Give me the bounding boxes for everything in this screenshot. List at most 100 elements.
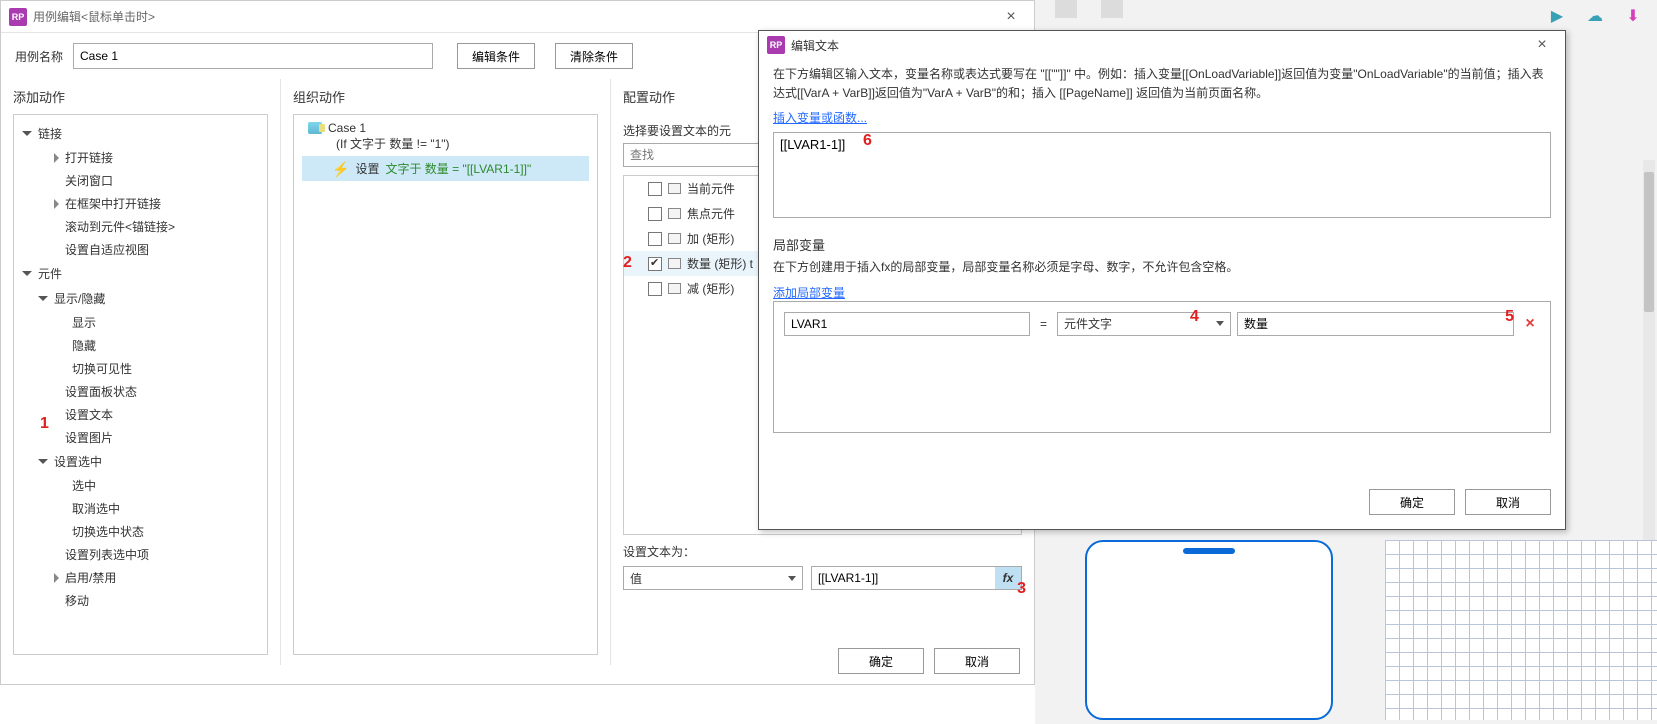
edit-condition-button[interactable]: 编辑条件	[457, 43, 535, 69]
local-vars-box: = 元件文字 × 4 5	[773, 301, 1551, 433]
checkbox[interactable]	[648, 232, 662, 246]
case-header[interactable]: Case 1	[302, 121, 589, 135]
add-action-title: 添加动作	[1, 79, 280, 114]
set-text-section: 设置文本为： 值 fx	[611, 535, 1034, 590]
tree-item-toggle-vis[interactable]: 切换可见性	[14, 357, 267, 380]
cancel-button[interactable]: 取消	[1465, 489, 1551, 515]
action-tree: 链接 打开链接 关闭窗口 在框架中打开链接 滚动到元件<锚链接> 设置自适应视图…	[13, 114, 268, 655]
tree-item-show[interactable]: 显示	[14, 311, 267, 334]
local-var-target-input[interactable]	[1237, 312, 1514, 336]
titlebar: RP 编辑文本 ×	[759, 31, 1565, 59]
add-action-panel: 添加动作 链接 打开链接 关闭窗口 在框架中打开链接 滚动到元件<锚链接> 设置…	[1, 79, 281, 665]
bolt-icon: ⚡	[332, 162, 349, 176]
text-type-select[interactable]: 值	[623, 566, 803, 590]
insert-var-link[interactable]: 插入变量或函数...	[773, 109, 1551, 126]
tree-label: 在框架中打开链接	[65, 195, 161, 212]
shape-icon	[668, 283, 681, 294]
tree-item-set-text[interactable]: 设置文本	[14, 403, 267, 426]
tree-item-enable-disable[interactable]: 启用/禁用	[14, 566, 267, 589]
close-icon[interactable]: ×	[1527, 36, 1557, 54]
tree-group-show-hide[interactable]: 显示/隐藏	[14, 286, 267, 311]
preview-icon[interactable]: ▶	[1545, 4, 1569, 28]
tree-item-set-list-item[interactable]: 设置列表选中项	[14, 543, 267, 566]
local-vars-desc: 在下方创建用于插入fx的局部变量，局部变量名称必须是字母、数字，不允许包含空格。	[773, 258, 1551, 277]
cloud-upload-icon[interactable]: ☁	[1583, 4, 1607, 28]
equals-sign: =	[1036, 317, 1051, 331]
action-row[interactable]: ⚡ 设置 文字于 数量 = "[[LVAR1-1]]"	[302, 156, 589, 181]
clear-condition-button[interactable]: 清除条件	[555, 43, 633, 69]
tree-item-toggle-select[interactable]: 切换选中状态	[14, 520, 267, 543]
caret-right-icon	[54, 573, 59, 583]
case-editor-footer: 确定 取消	[838, 648, 1020, 674]
text-value-input[interactable]	[812, 571, 995, 585]
case-icon	[308, 122, 322, 134]
tree-label: 滚动到元件<锚链接>	[65, 218, 175, 235]
target-item-label: 当前元件	[687, 180, 735, 197]
target-item-label: 数量 (矩形) t	[687, 255, 753, 272]
grid-canvas	[1385, 540, 1657, 720]
organize-panel: 组织动作 Case 1 (If 文字于 数量 != "1") ⚡ 设置 文字于 …	[281, 79, 611, 665]
tree-item-close-window[interactable]: 关闭窗口	[14, 169, 267, 192]
app-badge-icon: RP	[767, 36, 785, 54]
checkbox[interactable]	[648, 282, 662, 296]
action-text: 文字于 数量 = "[[LVAR1-1]]"	[385, 160, 531, 177]
select-value: 值	[630, 570, 642, 587]
tree-label: 关闭窗口	[65, 172, 113, 189]
close-icon[interactable]: ×	[996, 8, 1026, 26]
tree-item-set-image[interactable]: 设置图片	[14, 426, 267, 449]
tree-label: 打开链接	[65, 149, 113, 166]
checkbox-checked[interactable]	[648, 257, 662, 271]
tab-stub-2[interactable]	[1101, 0, 1123, 18]
ok-button[interactable]: 确定	[838, 648, 924, 674]
action-prefix: 设置	[355, 160, 379, 177]
local-var-name-input[interactable]	[784, 312, 1030, 336]
checkbox[interactable]	[648, 182, 662, 196]
tree-label: 切换选中状态	[72, 523, 144, 540]
tree-label: 显示	[72, 314, 96, 331]
app-badge-icon: RP	[9, 8, 27, 26]
tab-strip	[1055, 0, 1123, 18]
edit-text-body: 在下方编辑区输入文本，变量名称或表达式要写在 "[[""]]" 中。例如：插入变…	[759, 59, 1565, 481]
local-var-source-select[interactable]: 元件文字	[1057, 312, 1231, 336]
tree-label: 设置面板状态	[65, 383, 137, 400]
case-condition: (If 文字于 数量 != "1")	[302, 135, 589, 152]
publish-icon[interactable]: ⬇	[1621, 4, 1645, 28]
tree-item-select[interactable]: 选中	[14, 474, 267, 497]
tree-item-open-in-frame[interactable]: 在框架中打开链接	[14, 192, 267, 215]
caret-right-icon	[54, 199, 59, 209]
tree-label: 设置图片	[65, 429, 113, 446]
tree-item-move[interactable]: 移动	[14, 589, 267, 612]
caret-down-icon	[22, 131, 32, 136]
tree-group-widget[interactable]: 元件	[14, 261, 267, 286]
tree-item-panel-state[interactable]: 设置面板状态	[14, 380, 267, 403]
titlebar: RP 用例编辑<鼠标单击时> ×	[1, 1, 1034, 33]
tree-label: 隐藏	[72, 337, 96, 354]
tree-item-set-viewport[interactable]: 设置自适应视图	[14, 238, 267, 261]
expression-textarea[interactable]: [[LVAR1-1]]	[773, 132, 1551, 218]
tree-item-deselect[interactable]: 取消选中	[14, 497, 267, 520]
window-title: 编辑文本	[791, 37, 839, 54]
scrollbar-thumb[interactable]	[1644, 172, 1654, 312]
delete-var-icon[interactable]: ×	[1520, 315, 1540, 333]
checkbox[interactable]	[648, 207, 662, 221]
tree-item-open-link[interactable]: 打开链接	[14, 146, 267, 169]
case-name-input[interactable]	[73, 43, 433, 69]
tree-label: 移动	[65, 592, 89, 609]
tree-label: 设置选中	[54, 453, 102, 470]
tree-item-scroll-anchor[interactable]: 滚动到元件<锚链接>	[14, 215, 267, 238]
tree-label: 选中	[72, 477, 96, 494]
tab-stub-1[interactable]	[1055, 0, 1077, 18]
caret-down-icon	[22, 271, 32, 276]
tree-item-hide[interactable]: 隐藏	[14, 334, 267, 357]
tree-group-set-selected[interactable]: 设置选中	[14, 449, 267, 474]
add-local-var-link[interactable]: 添加局部变量	[773, 284, 845, 301]
tree-label: 启用/禁用	[65, 569, 116, 586]
tree-group-link[interactable]: 链接	[14, 121, 267, 146]
chevron-down-icon	[788, 576, 796, 581]
case-name: Case 1	[328, 121, 366, 135]
tree-label: 设置列表选中项	[65, 546, 149, 563]
edit-text-footer: 确定 取消	[759, 481, 1565, 529]
fx-button[interactable]: fx	[995, 567, 1021, 589]
ok-button[interactable]: 确定	[1369, 489, 1455, 515]
cancel-button[interactable]: 取消	[934, 648, 1020, 674]
